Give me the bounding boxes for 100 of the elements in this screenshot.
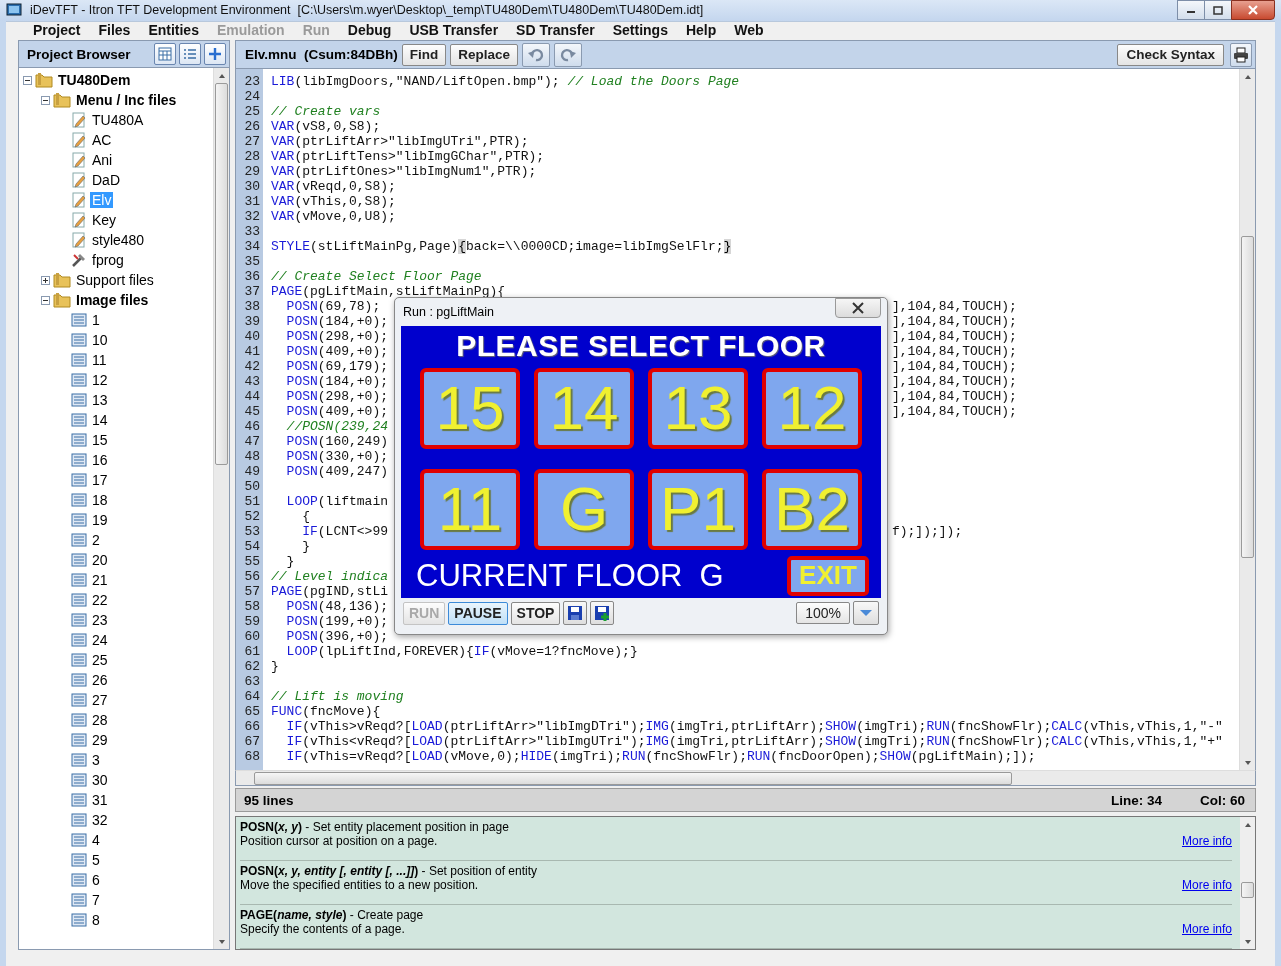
menu-item[interactable]: Files bbox=[89, 21, 140, 38]
image-file-icon bbox=[71, 593, 87, 607]
tree-item[interactable]: 27 bbox=[90, 692, 110, 708]
menu-item[interactable]: Web bbox=[725, 21, 773, 38]
save-as-icon[interactable] bbox=[590, 601, 615, 626]
tree-item[interactable]: 11 bbox=[90, 352, 109, 368]
file-name: Elv.mnu (Csum:84DBh) bbox=[245, 47, 398, 62]
tree-item[interactable]: 8 bbox=[90, 912, 102, 928]
image-file-icon bbox=[71, 853, 87, 867]
folder-icon bbox=[35, 72, 53, 88]
tree-item[interactable]: 28 bbox=[90, 712, 110, 728]
tree-item[interactable]: 30 bbox=[90, 772, 110, 788]
menu-item[interactable]: Help bbox=[676, 21, 726, 38]
run-control-button[interactable]: PAUSE bbox=[448, 601, 508, 625]
tree-item[interactable]: fprog bbox=[90, 252, 126, 268]
tree-item[interactable]: 19 bbox=[90, 512, 110, 528]
list-view-icon[interactable] bbox=[179, 43, 201, 65]
menu-item[interactable]: Entities bbox=[139, 21, 208, 38]
tree-item[interactable]: 31 bbox=[90, 792, 110, 808]
tree-item[interactable]: 16 bbox=[90, 452, 110, 468]
tree-item[interactable]: 32 bbox=[90, 812, 110, 828]
tree-item[interactable]: 7 bbox=[90, 892, 102, 908]
horizontal-scrollbar[interactable] bbox=[235, 770, 1256, 786]
line-number: 28 bbox=[243, 149, 261, 164]
printer-icon[interactable] bbox=[1230, 42, 1252, 67]
redo-icon[interactable] bbox=[554, 42, 583, 67]
more-info-link[interactable]: More info bbox=[1181, 878, 1232, 892]
tree-item[interactable]: Support files bbox=[74, 272, 156, 288]
tree-item[interactable]: 12 bbox=[90, 372, 110, 388]
tree-item[interactable]: DaD bbox=[90, 172, 122, 188]
tree-item[interactable]: style480 bbox=[90, 232, 147, 248]
current-floor-text: CURRENT FLOOR G bbox=[415, 557, 724, 594]
tree-item[interactable]: Image files bbox=[74, 292, 151, 308]
code-line: PAGE(pgIND,stLi bbox=[271, 584, 389, 599]
code-line: POSN(330,+0); bbox=[285, 449, 389, 464]
code-line: // Level indica bbox=[271, 569, 389, 584]
expander-icon[interactable] bbox=[41, 95, 50, 105]
tree-item[interactable]: 20 bbox=[90, 552, 110, 568]
check-syntax-button[interactable]: Check Syntax bbox=[1117, 43, 1224, 66]
tree-item[interactable]: 4 bbox=[90, 832, 102, 848]
tree-item[interactable]: 15 bbox=[90, 432, 110, 448]
close-button[interactable] bbox=[835, 298, 881, 318]
tree-item[interactable]: Menu / Inc files bbox=[74, 92, 179, 108]
tree-item[interactable]: 14 bbox=[90, 412, 110, 428]
maximize-button[interactable] bbox=[1204, 0, 1232, 20]
function-description: Position cursor at position on a page. bbox=[240, 834, 438, 848]
line-number: 58 bbox=[243, 599, 261, 614]
code-line: IF(vThis=vReqd?[LOAD(vMove,0);HIDE(imgTri);RUN(fncShowFlr);RUN(fncDoorOpen);SHOW(pgLiftMain);]); bbox=[285, 749, 1036, 764]
code-line: IF(vThis<vReqd?[LOAD(ptrLiftArr>"libImgUTri");IMG(imgTri,ptrLiftArr);SHOW(imgTri);RUN(fncShowFlr);CALC(vThis,vThis,1,"+" bbox=[285, 734, 1223, 749]
menu-item[interactable]: Debug bbox=[338, 21, 401, 38]
tree-item[interactable]: 2 bbox=[90, 532, 102, 548]
more-info-link[interactable]: More info bbox=[1181, 834, 1232, 848]
menu-item[interactable]: SD Transfer bbox=[507, 21, 604, 38]
save-icon[interactable] bbox=[563, 601, 588, 626]
line-count: 95 lines bbox=[244, 792, 294, 808]
run-control-button[interactable]: STOP bbox=[510, 601, 561, 625]
code-line: VAR(vReqd,0,S8); bbox=[271, 179, 396, 194]
tree-item[interactable]: Key bbox=[90, 212, 119, 228]
tree-item[interactable]: 6 bbox=[90, 872, 102, 888]
menu-item[interactable]: Project bbox=[24, 21, 90, 38]
add-icon[interactable] bbox=[204, 43, 226, 65]
tree-item[interactable]: 17 bbox=[90, 472, 110, 488]
image-file-icon bbox=[71, 913, 87, 927]
image-file-icon bbox=[71, 693, 87, 707]
zoom-level-button[interactable]: 100% bbox=[796, 602, 850, 625]
undo-icon[interactable] bbox=[522, 42, 551, 67]
menu-item[interactable]: Settings bbox=[603, 21, 677, 38]
pencil-document-icon bbox=[71, 212, 87, 228]
tree-item[interactable]: Ani bbox=[90, 152, 115, 168]
tree-item[interactable]: 18 bbox=[90, 492, 110, 508]
image-file-icon bbox=[71, 533, 87, 547]
minimize-button[interactable] bbox=[1177, 0, 1205, 20]
expander-icon[interactable] bbox=[41, 295, 50, 305]
line-number: 26 bbox=[243, 119, 261, 134]
tree-item[interactable]: 24 bbox=[90, 632, 110, 648]
tree-item[interactable]: 25 bbox=[90, 652, 110, 668]
tree-item[interactable]: 13 bbox=[90, 392, 110, 408]
grid-view-icon[interactable] bbox=[154, 43, 176, 65]
menu-item[interactable]: USB Transfer bbox=[400, 21, 508, 38]
expander-icon[interactable] bbox=[23, 75, 32, 85]
tree-item[interactable]: TU480A bbox=[90, 112, 146, 128]
more-info-link[interactable]: More info bbox=[1181, 922, 1232, 936]
toolbar-button[interactable]: Find bbox=[401, 43, 447, 66]
tree-item[interactable]: 5 bbox=[90, 852, 102, 868]
tree-item[interactable]: 3 bbox=[90, 752, 102, 768]
tree-item[interactable]: 21 bbox=[90, 572, 110, 588]
tree-item[interactable]: 26 bbox=[90, 672, 110, 688]
scrollbar[interactable] bbox=[213, 68, 229, 949]
tree-item[interactable]: 22 bbox=[90, 592, 110, 608]
tree-item[interactable]: 1 bbox=[90, 312, 102, 328]
expander-icon[interactable] bbox=[41, 275, 50, 285]
toolbar-button[interactable]: Replace bbox=[450, 43, 519, 66]
tree-item[interactable]: 10 bbox=[90, 332, 110, 348]
scrollbar[interactable] bbox=[1239, 69, 1255, 770]
tree-item[interactable]: AC bbox=[90, 132, 114, 148]
tree-item[interactable]: 23 bbox=[90, 612, 110, 628]
tree-item[interactable]: TU480Dem bbox=[56, 72, 133, 88]
scrollbar[interactable] bbox=[1240, 817, 1255, 949]
tree-item[interactable]: 29 bbox=[90, 732, 110, 748]
close-button[interactable] bbox=[1231, 0, 1275, 20]
